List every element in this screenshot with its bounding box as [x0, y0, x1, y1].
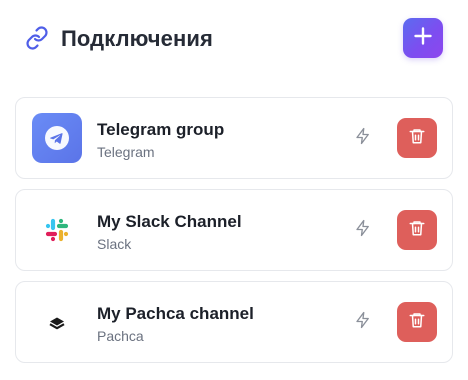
add-connection-button[interactable]	[403, 18, 443, 58]
bolt-icon	[354, 127, 372, 150]
test-connection-button[interactable]	[352, 127, 374, 149]
trash-icon	[408, 311, 426, 334]
link-icon	[25, 26, 49, 50]
connection-type: Telegram	[97, 144, 155, 160]
connection-card: My Pachca channel Pachca	[15, 281, 453, 363]
delete-connection-button[interactable]	[397, 302, 437, 342]
bolt-icon	[354, 219, 372, 242]
test-connection-button[interactable]	[352, 219, 374, 241]
slack-icon	[32, 205, 82, 255]
delete-connection-button[interactable]	[397, 118, 437, 158]
telegram-icon	[32, 113, 82, 163]
page-header: Подключения	[0, 0, 468, 80]
connection-card: Telegram group Telegram	[15, 97, 453, 179]
page-title: Подключения	[61, 26, 213, 51]
test-connection-button[interactable]	[352, 311, 374, 333]
delete-connection-button[interactable]	[397, 210, 437, 250]
trash-icon	[408, 127, 426, 150]
connection-type: Pachca	[97, 328, 144, 344]
connection-name: My Slack Channel	[97, 212, 242, 231]
connection-name: My Pachca channel	[97, 304, 254, 323]
pachca-icon	[32, 297, 82, 347]
trash-icon	[408, 219, 426, 242]
connection-card: My Slack Channel Slack	[15, 189, 453, 271]
plus-icon	[413, 26, 433, 51]
bolt-icon	[354, 311, 372, 334]
connection-type: Slack	[97, 236, 132, 252]
connection-name: Telegram group	[97, 120, 225, 139]
